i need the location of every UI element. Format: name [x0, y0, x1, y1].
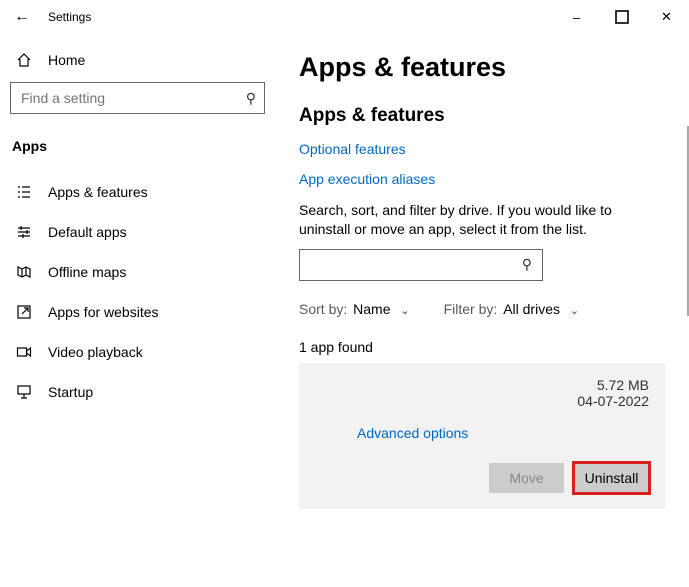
chevron-down-icon: ⌄: [400, 305, 409, 317]
home-icon: [16, 52, 32, 68]
list-icon: [16, 184, 32, 200]
sidebar-item-offline-maps[interactable]: Offline maps: [10, 252, 265, 292]
sidebar-item-label: Startup: [48, 384, 93, 400]
sidebar-item-apps-features[interactable]: Apps & features: [10, 172, 265, 212]
window-title: Settings: [48, 10, 91, 24]
link-advanced-options[interactable]: Advanced options: [357, 425, 649, 441]
search-input[interactable]: ⚲: [10, 82, 265, 114]
uninstall-button[interactable]: Uninstall: [574, 463, 649, 493]
sidebar-item-label: Video playback: [48, 344, 143, 360]
titlebar: ← Settings – ✕: [0, 0, 689, 34]
video-icon: [16, 344, 32, 360]
sidebar-item-startup[interactable]: Startup: [10, 372, 265, 412]
sliders-icon: [16, 224, 32, 240]
sidebar: Home ⚲ Apps Apps & features Default apps…: [0, 34, 275, 587]
chevron-down-icon: ⌄: [570, 305, 579, 317]
sidebar-home[interactable]: Home: [10, 42, 265, 82]
search-icon: ⚲: [522, 256, 532, 273]
main-content: Apps & features Apps & features Optional…: [275, 34, 689, 587]
map-icon: [16, 264, 32, 280]
link-optional-features[interactable]: Optional features: [299, 141, 665, 157]
sidebar-item-apps-websites[interactable]: Apps for websites: [10, 292, 265, 332]
sidebar-item-default-apps[interactable]: Default apps: [10, 212, 265, 252]
page-title: Apps & features: [299, 52, 665, 83]
close-button[interactable]: ✕: [644, 2, 689, 32]
app-size: 5.72 MB: [577, 377, 649, 393]
sidebar-item-label: Offline maps: [48, 264, 126, 280]
filter-label: Filter by:: [444, 301, 498, 317]
sidebar-item-label: Default apps: [48, 224, 127, 240]
sort-label: Sort by:: [299, 301, 347, 317]
sidebar-item-label: Apps for websites: [48, 304, 159, 320]
app-count: 1 app found: [299, 339, 665, 355]
back-icon[interactable]: ←: [14, 8, 30, 26]
section-description: Search, sort, and filter by drive. If yo…: [299, 201, 665, 239]
sidebar-heading: Apps: [10, 134, 265, 172]
sidebar-item-video-playback[interactable]: Video playback: [10, 332, 265, 372]
link-execution-aliases[interactable]: App execution aliases: [299, 171, 665, 187]
filter-by[interactable]: Filter by: All drives ⌄: [444, 301, 579, 317]
startup-icon: [16, 384, 32, 400]
sidebar-home-label: Home: [48, 52, 85, 68]
filter-value: All drives: [503, 301, 560, 317]
search-field[interactable]: [19, 89, 246, 107]
open-icon: [16, 304, 32, 320]
app-card[interactable]: 5.72 MB 04-07-2022 Advanced options Move…: [299, 363, 665, 509]
search-icon: ⚲: [246, 90, 256, 107]
maximize-button[interactable]: [599, 2, 644, 32]
app-date: 04-07-2022: [577, 393, 649, 409]
sort-value: Name: [353, 301, 390, 317]
section-heading: Apps & features: [299, 105, 665, 127]
move-button: Move: [489, 463, 564, 493]
sidebar-item-label: Apps & features: [48, 184, 148, 200]
minimize-button[interactable]: –: [554, 2, 599, 32]
filter-input[interactable]: ⚲: [299, 249, 543, 281]
sort-by[interactable]: Sort by: Name ⌄: [299, 301, 410, 317]
